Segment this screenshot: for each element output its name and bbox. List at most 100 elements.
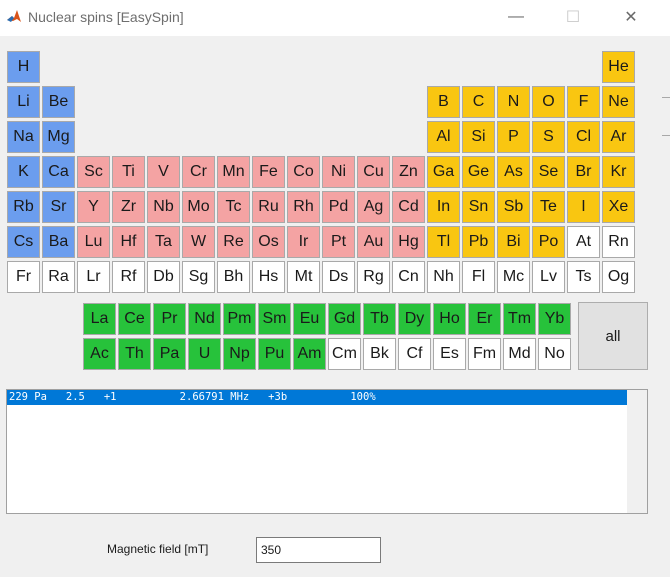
element-sm[interactable]: Sm	[258, 303, 291, 335]
magnetic-field-input[interactable]	[256, 537, 381, 563]
element-sg[interactable]: Sg	[182, 261, 215, 293]
listbox-scrollbar[interactable]	[627, 390, 647, 513]
element-li[interactable]: Li	[7, 86, 40, 118]
element-na[interactable]: Na	[7, 121, 40, 153]
element-al[interactable]: Al	[427, 121, 460, 153]
element-tb[interactable]: Tb	[363, 303, 396, 335]
element-ac[interactable]: Ac	[83, 338, 116, 370]
element-b[interactable]: B	[427, 86, 460, 118]
element-ti[interactable]: Ti	[112, 156, 145, 188]
element-hf[interactable]: Hf	[112, 226, 145, 258]
element-lr[interactable]: Lr	[77, 261, 110, 293]
element-hg[interactable]: Hg	[392, 226, 425, 258]
element-n[interactable]: N	[497, 86, 530, 118]
element-tc[interactable]: Tc	[217, 191, 250, 223]
element-at[interactable]: At	[567, 226, 600, 258]
close-button[interactable]: ✕	[608, 0, 654, 34]
element-fl[interactable]: Fl	[462, 261, 495, 293]
element-p[interactable]: P	[497, 121, 530, 153]
element-rn[interactable]: Rn	[602, 226, 635, 258]
element-u[interactable]: U	[188, 338, 221, 370]
element-cs[interactable]: Cs	[7, 226, 40, 258]
element-pm[interactable]: Pm	[223, 303, 256, 335]
element-ni[interactable]: Ni	[322, 156, 355, 188]
element-o[interactable]: O	[532, 86, 565, 118]
element-rf[interactable]: Rf	[112, 261, 145, 293]
element-ge[interactable]: Ge	[462, 156, 495, 188]
element-ts[interactable]: Ts	[567, 261, 600, 293]
element-db[interactable]: Db	[147, 261, 180, 293]
element-zr[interactable]: Zr	[112, 191, 145, 223]
element-es[interactable]: Es	[433, 338, 466, 370]
element-ca[interactable]: Ca	[42, 156, 75, 188]
element-bi[interactable]: Bi	[497, 226, 530, 258]
element-sb[interactable]: Sb	[497, 191, 530, 223]
element-be[interactable]: Be	[42, 86, 75, 118]
element-yb[interactable]: Yb	[538, 303, 571, 335]
element-sn[interactable]: Sn	[462, 191, 495, 223]
element-am[interactable]: Am	[293, 338, 326, 370]
element-bk[interactable]: Bk	[363, 338, 396, 370]
element-w[interactable]: W	[182, 226, 215, 258]
element-kr[interactable]: Kr	[602, 156, 635, 188]
element-ce[interactable]: Ce	[118, 303, 151, 335]
element-cd[interactable]: Cd	[392, 191, 425, 223]
element-co[interactable]: Co	[287, 156, 320, 188]
element-sr[interactable]: Sr	[42, 191, 75, 223]
minimize-button[interactable]: —	[493, 0, 539, 34]
element-ho[interactable]: Ho	[433, 303, 466, 335]
element-mo[interactable]: Mo	[182, 191, 215, 223]
element-s[interactable]: S	[532, 121, 565, 153]
element-f[interactable]: F	[567, 86, 600, 118]
element-gd[interactable]: Gd	[328, 303, 361, 335]
element-pa[interactable]: Pa	[153, 338, 186, 370]
isotope-listbox[interactable]: 229 Pa 2.5 +1 2.66791 MHz +3b 100%	[6, 389, 648, 514]
element-ra[interactable]: Ra	[42, 261, 75, 293]
element-xe[interactable]: Xe	[602, 191, 635, 223]
element-mt[interactable]: Mt	[287, 261, 320, 293]
element-ne[interactable]: Ne	[602, 86, 635, 118]
element-lv[interactable]: Lv	[532, 261, 565, 293]
element-pu[interactable]: Pu	[258, 338, 291, 370]
element-pr[interactable]: Pr	[153, 303, 186, 335]
element-ga[interactable]: Ga	[427, 156, 460, 188]
element-th[interactable]: Th	[118, 338, 151, 370]
element-ds[interactable]: Ds	[322, 261, 355, 293]
element-cm[interactable]: Cm	[328, 338, 361, 370]
isotope-row[interactable]: 229 Pa 2.5 +1 2.66791 MHz +3b 100%	[7, 390, 627, 405]
all-button[interactable]: all	[578, 302, 648, 370]
element-rb[interactable]: Rb	[7, 191, 40, 223]
element-rh[interactable]: Rh	[287, 191, 320, 223]
element-ta[interactable]: Ta	[147, 226, 180, 258]
element-lu[interactable]: Lu	[77, 226, 110, 258]
element-cn[interactable]: Cn	[392, 261, 425, 293]
element-hs[interactable]: Hs	[252, 261, 285, 293]
element-og[interactable]: Og	[602, 261, 635, 293]
element-fr[interactable]: Fr	[7, 261, 40, 293]
element-in[interactable]: In	[427, 191, 460, 223]
element-ba[interactable]: Ba	[42, 226, 75, 258]
element-tm[interactable]: Tm	[503, 303, 536, 335]
element-mg[interactable]: Mg	[42, 121, 75, 153]
element-i[interactable]: I	[567, 191, 600, 223]
element-au[interactable]: Au	[357, 226, 390, 258]
element-cr[interactable]: Cr	[182, 156, 215, 188]
element-mc[interactable]: Mc	[497, 261, 530, 293]
element-fe[interactable]: Fe	[252, 156, 285, 188]
element-nb[interactable]: Nb	[147, 191, 180, 223]
element-md[interactable]: Md	[503, 338, 536, 370]
element-eu[interactable]: Eu	[293, 303, 326, 335]
element-la[interactable]: La	[83, 303, 116, 335]
element-zn[interactable]: Zn	[392, 156, 425, 188]
element-ag[interactable]: Ag	[357, 191, 390, 223]
maximize-button[interactable]: ☐	[550, 0, 596, 34]
element-pt[interactable]: Pt	[322, 226, 355, 258]
element-nh[interactable]: Nh	[427, 261, 460, 293]
element-no[interactable]: No	[538, 338, 571, 370]
element-os[interactable]: Os	[252, 226, 285, 258]
element-tl[interactable]: Tl	[427, 226, 460, 258]
element-np[interactable]: Np	[223, 338, 256, 370]
element-he[interactable]: He	[602, 51, 635, 83]
element-nd[interactable]: Nd	[188, 303, 221, 335]
element-ir[interactable]: Ir	[287, 226, 320, 258]
